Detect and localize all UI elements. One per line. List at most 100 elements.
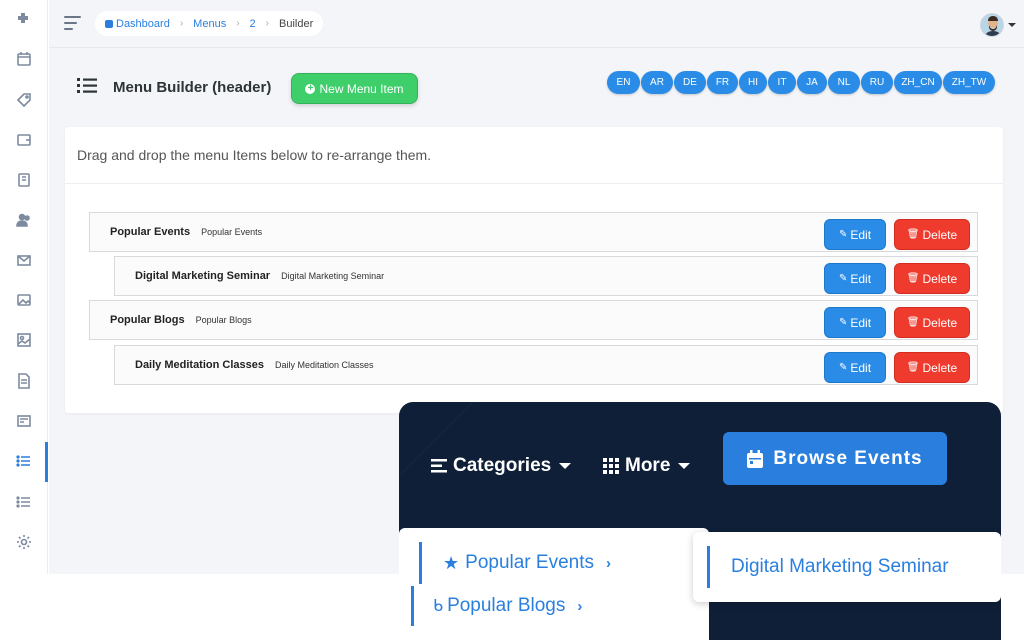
trash-icon: 🗑 xyxy=(906,229,920,240)
menu-item-title: Daily Meditation Classes xyxy=(135,359,264,371)
avatar[interactable] xyxy=(980,13,1004,37)
list-icon[interactable] xyxy=(14,451,34,471)
list-icon xyxy=(77,78,97,94)
list-alt-icon[interactable] xyxy=(14,492,34,512)
lang-button-ja[interactable]: JA xyxy=(797,71,827,94)
caret-down-icon[interactable] xyxy=(1008,23,1016,27)
plus-circle-icon: + xyxy=(305,83,316,94)
blog-icon: ᑲ xyxy=(433,598,444,615)
menu-item-row[interactable]: Popular Blogs Popular Blogs ✎ Edit 🗑 Delet… xyxy=(89,300,978,340)
browse-events-button[interactable]: Browse Events xyxy=(723,432,947,485)
trash-icon: 🗑 xyxy=(906,317,920,328)
breadcrumb-menu-id[interactable]: 2 xyxy=(250,18,256,30)
delete-button[interactable]: 🗑 Delete xyxy=(894,307,970,338)
nav-categories[interactable]: Categories xyxy=(431,455,572,477)
lang-button-zh-tw[interactable]: ZH_TW xyxy=(943,71,995,94)
nav-more-label: More xyxy=(625,455,671,476)
calendar-icon xyxy=(747,449,764,468)
new-menu-item-button[interactable]: + New Menu Item xyxy=(291,73,418,104)
new-menu-item-label: New Menu Item xyxy=(319,81,404,96)
edit-icon: ✎ xyxy=(838,273,848,284)
nav-more[interactable]: More xyxy=(603,455,691,477)
chevron-right-icon: › xyxy=(606,554,611,572)
menu-item-row[interactable]: Digital Marketing Seminar Digital Market… xyxy=(114,256,978,296)
item-indicator xyxy=(419,542,422,584)
menu-item-subtitle: Digital Marketing Seminar xyxy=(281,271,385,281)
image-icon[interactable] xyxy=(14,290,34,310)
lang-button-de[interactable]: DE xyxy=(674,71,706,94)
edit-label: Edit xyxy=(850,360,872,375)
menu-item-title: Digital Marketing Seminar xyxy=(135,270,271,282)
menu-item-subtitle: Daily Meditation Classes xyxy=(275,360,374,370)
delete-label: Delete xyxy=(922,227,958,242)
users-icon[interactable] xyxy=(14,210,34,230)
menu-item-title: Popular Blogs xyxy=(110,314,185,326)
topbar: Dashboard › Menus › 2 › Builder xyxy=(49,0,1024,48)
tag-icon[interactable] xyxy=(14,90,34,110)
edit-label: Edit xyxy=(850,271,872,286)
caret-down-icon xyxy=(678,463,691,469)
menu-preview-panel: Categories More Browse Events ★ Popular … xyxy=(399,402,1001,640)
lang-button-hi[interactable]: HI xyxy=(739,71,767,94)
page-title: Menu Builder (header) xyxy=(113,79,272,96)
star-icon: ★ xyxy=(443,552,460,573)
categories-dropdown: ★ Popular Events › ᑲ Popular Blogs › xyxy=(399,528,709,640)
edit-icon: ✎ xyxy=(838,362,848,373)
delete-button[interactable]: 🗑 Delete xyxy=(894,219,970,250)
book-icon[interactable] xyxy=(14,170,34,190)
edit-label: Edit xyxy=(850,227,872,242)
picture-icon[interactable] xyxy=(14,330,34,350)
submenu-item-label: Digital Marketing Seminar xyxy=(731,556,949,577)
gear-icon[interactable] xyxy=(14,532,34,552)
delete-button[interactable]: 🗑 Delete xyxy=(894,263,970,294)
edit-label: Edit xyxy=(850,315,872,330)
lang-button-it[interactable]: IT xyxy=(768,71,796,94)
edit-button[interactable]: ✎ Edit xyxy=(824,219,886,250)
dropdown-item-popular-blogs[interactable]: ᑲ Popular Blogs › xyxy=(433,595,582,617)
delete-button[interactable]: 🗑 Delete xyxy=(894,352,970,383)
grid-icon xyxy=(603,458,619,474)
edit-button[interactable]: ✎ Edit xyxy=(824,307,886,338)
delete-label: Delete xyxy=(922,315,958,330)
chevron-right-icon: › xyxy=(179,18,184,29)
dropdown-item-label: Popular Events xyxy=(465,552,594,573)
bars-icon xyxy=(431,459,447,473)
wallet-icon[interactable] xyxy=(14,130,34,150)
newspaper-icon[interactable] xyxy=(14,411,34,431)
breadcrumb-builder: Builder xyxy=(279,17,314,30)
file-icon[interactable] xyxy=(14,371,34,391)
browse-events-label: Browse Events xyxy=(773,447,923,469)
menu-item-subtitle: Popular Blogs xyxy=(195,315,252,325)
lang-button-ar[interactable]: AR xyxy=(641,71,673,94)
menu-item-title: Popular Events xyxy=(110,226,191,238)
trash-icon: 🗑 xyxy=(906,273,920,284)
lang-button-en[interactable]: EN xyxy=(607,71,640,94)
item-indicator xyxy=(411,586,414,626)
breadcrumb-menus[interactable]: Menus xyxy=(193,18,226,30)
edit-icon: ✎ xyxy=(838,229,848,240)
chevron-right-icon: › xyxy=(577,597,583,615)
hamburger-icon[interactable] xyxy=(64,16,82,34)
edit-icon: ✎ xyxy=(838,317,848,328)
menu-item-row[interactable]: Daily Meditation Classes Daily Meditatio… xyxy=(114,345,978,385)
dropdown-item-popular-events[interactable]: ★ Popular Events › xyxy=(443,552,611,574)
edit-button[interactable]: ✎ Edit xyxy=(824,352,886,383)
submenu-dropdown: Digital Marketing Seminar xyxy=(693,532,1001,602)
breadcrumb-dashboard[interactable]: Dashboard xyxy=(116,18,170,30)
trash-icon: 🗑 xyxy=(906,362,920,373)
lang-button-fr[interactable]: FR xyxy=(707,71,738,94)
edit-button[interactable]: ✎ Edit xyxy=(824,263,886,294)
chevron-right-icon: › xyxy=(265,18,270,29)
delete-label: Delete xyxy=(922,271,958,286)
calendar-icon[interactable] xyxy=(14,49,34,69)
submenu-item-digital-marketing[interactable]: Digital Marketing Seminar xyxy=(731,556,949,578)
lang-button-zh-cn[interactable]: ZH_CN xyxy=(894,71,942,94)
lang-button-ru[interactable]: RU xyxy=(861,71,893,94)
menu-item-row[interactable]: Popular Events Popular Events ✎ Edit 🗑 Del… xyxy=(89,212,978,252)
sidebar xyxy=(0,0,48,574)
lang-button-nl[interactable]: NL xyxy=(828,71,860,94)
nav-categories-label: Categories xyxy=(453,455,552,476)
dropdown-item-label: Popular Blogs xyxy=(447,595,566,616)
mail-icon[interactable] xyxy=(14,250,34,270)
puzzle-icon[interactable] xyxy=(14,8,34,28)
